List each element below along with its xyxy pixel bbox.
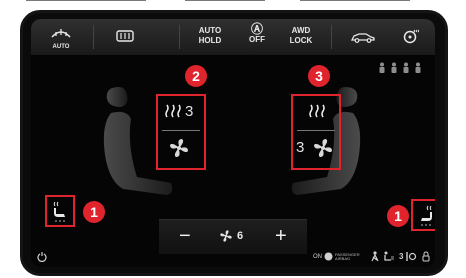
airbag-indicator-icon bbox=[324, 252, 333, 263]
rear-defrost-icon bbox=[101, 29, 149, 46]
passenger-seat-ventilation-icon[interactable] bbox=[312, 137, 334, 165]
seatbelt-icon bbox=[371, 251, 379, 264]
distance-icon bbox=[405, 251, 417, 264]
driver-seat-heat-level: 3 bbox=[185, 103, 194, 120]
power-icon[interactable] bbox=[37, 251, 47, 264]
traction-control-icon: Ⓐ bbox=[250, 22, 263, 36]
passenger-seat-heat-icon[interactable] bbox=[308, 103, 326, 124]
passenger-airbag-label: PASSENGER AIRBAG bbox=[335, 252, 360, 261]
driver-panel-divider bbox=[162, 130, 200, 131]
fan-increase-button[interactable]: + bbox=[275, 226, 287, 246]
divider bbox=[179, 25, 180, 49]
front-defrost-auto-button[interactable]: AUTO bbox=[33, 19, 89, 55]
traction-off-label: OFF bbox=[249, 35, 265, 44]
fan-speed-control: − 6 + bbox=[159, 219, 307, 254]
seat-heat-icon bbox=[53, 201, 65, 222]
climate-screen: AUTO AUTO HOLD Ⓐ OFF AWD LOCK 2 3 3 3 1 … bbox=[31, 19, 435, 267]
bezel-line-center bbox=[185, 0, 265, 1]
fan-speed-value: 6 bbox=[237, 230, 244, 242]
level-value: 3 bbox=[399, 252, 404, 261]
top-control-bar: AUTO AUTO HOLD Ⓐ OFF AWD LOCK bbox=[31, 19, 435, 55]
fan-decrease-button[interactable]: − bbox=[179, 226, 191, 246]
callout-badge-1-right: 1 bbox=[387, 205, 409, 227]
front-defrost-icon bbox=[33, 27, 89, 42]
steering-heat-button[interactable] bbox=[393, 19, 429, 55]
awd-lock-line1: AWD bbox=[291, 26, 311, 35]
bezel-line-left bbox=[26, 0, 146, 1]
passenger-seat-vent-level: 3 bbox=[296, 139, 305, 156]
passenger-panel-divider bbox=[297, 130, 335, 131]
callout-badge-3: 3 bbox=[308, 65, 330, 87]
seat-heat-icon bbox=[421, 205, 432, 226]
driver-seat-ventilation-icon[interactable] bbox=[168, 137, 190, 165]
awd-lock-button[interactable]: AWD LOCK bbox=[281, 19, 321, 55]
lock-icon bbox=[422, 251, 430, 264]
status-bar: ON PASSENGER AIRBAG 3 bbox=[31, 251, 435, 267]
passenger-seat-button[interactable] bbox=[416, 203, 435, 227]
vehicle-settings-button[interactable] bbox=[343, 19, 383, 55]
auto-hold-line1: AUTO bbox=[198, 26, 222, 35]
seat-occupancy-icons bbox=[377, 62, 425, 77]
bezel-line-right bbox=[300, 0, 410, 1]
airbag-on-label: ON bbox=[313, 254, 322, 260]
front-defrost-label: AUTO bbox=[52, 44, 70, 50]
driver-seat-button[interactable] bbox=[50, 199, 70, 223]
auto-hold-line2: HOLD bbox=[198, 36, 222, 45]
car-icon bbox=[343, 31, 383, 46]
fan-icon bbox=[219, 229, 233, 246]
divider bbox=[331, 25, 332, 49]
heated-steering-wheel-icon bbox=[393, 28, 429, 47]
divider bbox=[93, 25, 94, 49]
callout-badge-2: 2 bbox=[185, 65, 207, 87]
driver-seat-heat-icon[interactable] bbox=[164, 103, 182, 124]
seat-occupancy-status-icon bbox=[383, 251, 395, 264]
auto-hold-button[interactable]: AUTO HOLD bbox=[189, 19, 231, 55]
rear-defrost-button[interactable] bbox=[101, 19, 149, 55]
display-bezel: AUTO AUTO HOLD Ⓐ OFF AWD LOCK 2 3 3 3 1 … bbox=[20, 10, 448, 276]
traction-off-button[interactable]: Ⓐ OFF bbox=[239, 19, 275, 55]
awd-lock-line2: LOCK bbox=[289, 36, 313, 45]
callout-badge-1-left: 1 bbox=[83, 201, 105, 223]
